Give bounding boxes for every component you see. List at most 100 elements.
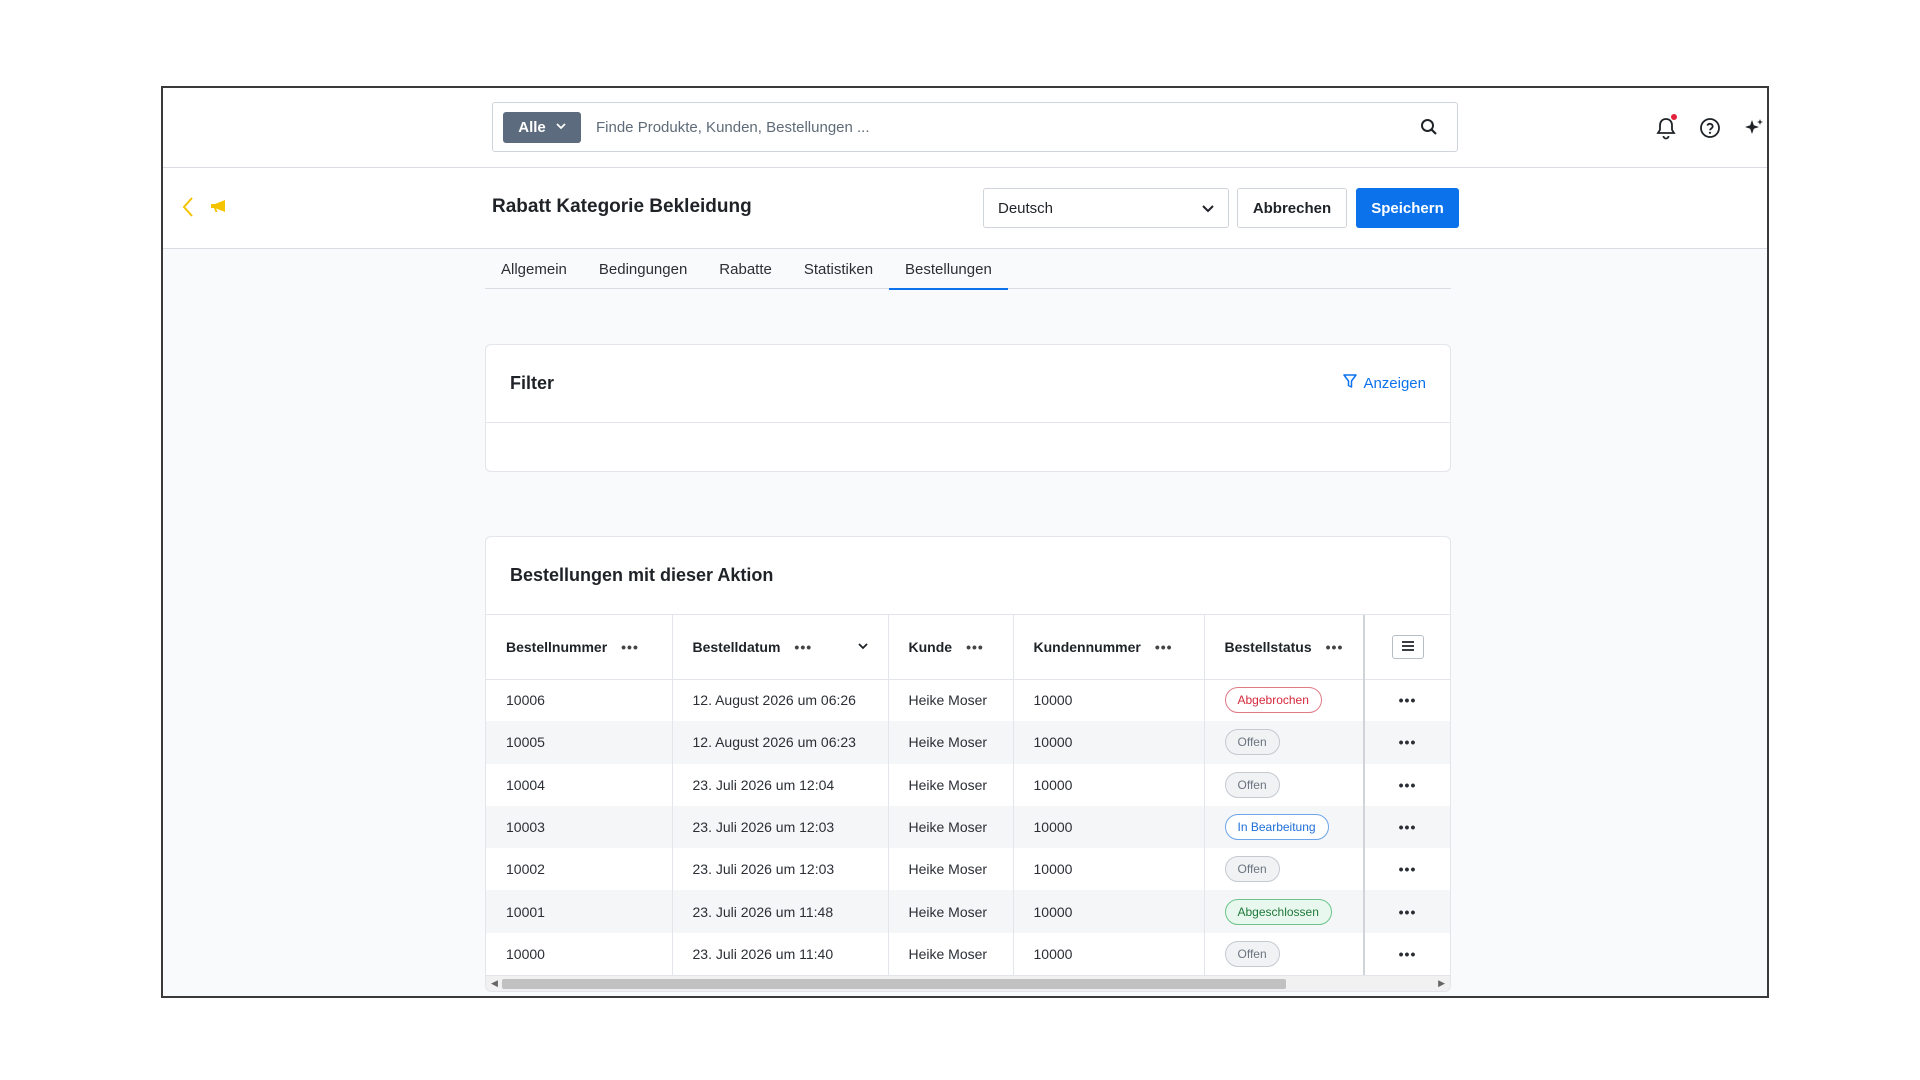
table-row[interactable]: 10005 12. August 2026 um 06:23 Heike Moser… xyxy=(486,721,1450,764)
more-icon[interactable]: ••• xyxy=(1399,819,1417,835)
customer-number-cell: 10000 xyxy=(1013,890,1205,933)
search-input[interactable] xyxy=(596,103,1409,151)
cancel-button[interactable]: Abbrechen xyxy=(1237,188,1347,228)
column-label: Kunde xyxy=(908,638,953,655)
status-badge: Offen xyxy=(1224,940,1280,967)
save-button[interactable]: Speichern xyxy=(1356,188,1459,228)
column-settings-header xyxy=(1363,615,1450,680)
row-actions-cell: ••• xyxy=(1363,890,1450,933)
status-badge: Offen xyxy=(1224,729,1280,756)
sort-down-icon[interactable] xyxy=(857,641,868,653)
filter-title: Filter xyxy=(510,373,555,393)
column-label: Kundennummer xyxy=(1033,638,1141,655)
search-scope-dropdown[interactable]: Alle xyxy=(503,111,581,143)
language-select-value: Deutsch xyxy=(998,199,1054,217)
column-settings-button[interactable] xyxy=(1391,634,1424,659)
more-icon[interactable]: ••• xyxy=(794,639,812,655)
column-header-bestelldatum[interactable]: Bestelldatum ••• xyxy=(672,615,889,680)
column-header-kunde[interactable]: Kunde ••• xyxy=(888,615,1014,680)
orders-title: Bestellungen mit dieser Aktion xyxy=(510,565,774,585)
filter-icon xyxy=(1343,374,1358,393)
row-actions-cell: ••• xyxy=(1363,679,1450,722)
status-cell: Offen xyxy=(1204,721,1365,764)
sparkle-icon[interactable] xyxy=(1741,110,1767,146)
more-icon[interactable]: ••• xyxy=(1399,777,1417,793)
app-window: Alle Finde Produkte, Kunden, Bestellunge… xyxy=(161,86,1769,998)
tab-statistiken[interactable]: Statistiken xyxy=(788,249,889,289)
order-date-cell: 23. Juli 2026 um 11:40 xyxy=(672,932,889,976)
more-icon[interactable]: ••• xyxy=(1399,946,1417,962)
tab-allgemein[interactable]: Allgemein xyxy=(485,249,583,289)
customer-cell: Heike Moser xyxy=(888,805,1014,849)
column-header-bestellstatus[interactable]: Bestellstatus ••• xyxy=(1204,615,1365,680)
table-row[interactable]: 10004 23. Juli 2026 um 12:04 Heike Moser 10… xyxy=(486,763,1450,806)
more-icon[interactable]: ••• xyxy=(1399,861,1417,877)
table-row[interactable]: 10003 23. Juli 2026 um 12:03 Heike Moser 10… xyxy=(486,805,1450,849)
status-cell: Offen xyxy=(1204,848,1365,891)
order-date-cell: 23. Juli 2026 um 12:03 xyxy=(672,848,889,891)
orders-card-header: Bestellungen mit dieser Aktion xyxy=(486,537,1450,615)
tab-rabatte[interactable]: Rabatte xyxy=(703,249,788,289)
column-label: Bestellstatus xyxy=(1224,638,1312,655)
column-header-kundennummer[interactable]: Kundennummer ••• xyxy=(1013,615,1205,680)
more-icon[interactable]: ••• xyxy=(1399,692,1417,708)
order-date-cell: 12. August 2026 um 06:26 xyxy=(672,679,889,722)
table-row[interactable]: 10002 23. Juli 2026 um 12:03 Heike Moser 10… xyxy=(486,848,1450,891)
status-cell: Abgeschlossen xyxy=(1204,890,1365,933)
order-number-cell: 10000 xyxy=(486,932,673,976)
megaphone-icon xyxy=(209,198,231,214)
order-date-cell: 23. Juli 2026 um 11:48 xyxy=(672,890,889,933)
column-header-bestellnummer[interactable]: Bestellnummer ••• xyxy=(486,615,673,680)
tab-bedingungen[interactable]: Bedingungen xyxy=(583,249,703,289)
scrollbar-thumb[interactable] xyxy=(502,979,1286,989)
more-icon[interactable]: ••• xyxy=(1399,904,1417,920)
tab-bar: Allgemein Bedingungen Rabatte Statistike… xyxy=(485,249,1451,290)
order-number-cell: 10003 xyxy=(486,805,673,849)
customer-number-cell: 10000 xyxy=(1013,763,1205,806)
order-number-cell: 10001 xyxy=(486,890,673,933)
more-icon[interactable]: ••• xyxy=(1326,639,1344,655)
help-icon[interactable] xyxy=(1697,110,1723,146)
customer-cell: Heike Moser xyxy=(888,679,1014,722)
table-header-row: Bestellnummer ••• Bestelldatum ••• Kunde ••… xyxy=(486,615,1450,680)
language-select[interactable]: Deutsch xyxy=(983,188,1229,228)
filter-card: Filter Anzeigen xyxy=(485,344,1451,472)
column-label: Bestelldatum xyxy=(692,638,781,655)
order-number-cell: 10005 xyxy=(486,721,673,764)
table-row[interactable]: 10000 23. Juli 2026 um 11:40 Heike Moser 10… xyxy=(486,932,1450,976)
tab-bestellungen[interactable]: Bestellungen xyxy=(889,249,1008,290)
more-icon[interactable]: ••• xyxy=(1155,639,1173,655)
more-icon[interactable]: ••• xyxy=(621,639,639,655)
status-badge: Abgeschlossen xyxy=(1224,898,1332,925)
order-date-cell: 23. Juli 2026 um 12:04 xyxy=(672,763,889,806)
search-scope-label: Alle xyxy=(518,118,546,136)
customer-number-cell: 10000 xyxy=(1013,848,1205,891)
more-icon[interactable]: ••• xyxy=(966,639,984,655)
customer-number-cell: 10000 xyxy=(1013,932,1205,976)
customer-number-cell: 10000 xyxy=(1013,721,1205,764)
notification-dot xyxy=(1671,114,1677,120)
orders-table: Bestellnummer ••• Bestelldatum ••• Kunde ••… xyxy=(486,615,1450,976)
scroll-left-icon[interactable]: ◀ xyxy=(491,978,498,989)
chevron-down-icon xyxy=(556,121,566,133)
order-number-cell: 10002 xyxy=(486,848,673,891)
search-icon[interactable] xyxy=(1409,107,1449,147)
customer-cell: Heike Moser xyxy=(888,763,1014,806)
bell-icon[interactable] xyxy=(1653,110,1679,146)
global-search: Alle xyxy=(492,102,1458,152)
horizontal-scrollbar[interactable]: ◀ ▶ xyxy=(486,975,1450,991)
row-actions-cell: ••• xyxy=(1363,805,1450,849)
top-bar: Alle xyxy=(163,88,1767,168)
table-row[interactable]: 10001 23. Juli 2026 um 11:48 Heike Moser 10… xyxy=(486,890,1450,933)
more-icon[interactable]: ••• xyxy=(1399,734,1417,750)
status-cell: In Bearbeitung xyxy=(1204,805,1365,849)
show-filter-link[interactable]: Anzeigen xyxy=(1343,374,1426,393)
page-header: Rabatt Kategorie Bekleidung Deutsch Abbr… xyxy=(163,168,1767,249)
scroll-right-icon[interactable]: ▶ xyxy=(1438,978,1445,989)
table-row[interactable]: 10006 12. August 2026 um 06:26 Heike Moser… xyxy=(486,679,1450,722)
status-cell: Abgebrochen xyxy=(1204,679,1365,722)
orders-table-body: 10006 12. August 2026 um 06:26 Heike Moser… xyxy=(486,679,1450,976)
customer-number-cell: 10000 xyxy=(1013,805,1205,849)
status-badge: Offen xyxy=(1224,856,1280,883)
chevron-left-icon[interactable] xyxy=(181,196,199,220)
